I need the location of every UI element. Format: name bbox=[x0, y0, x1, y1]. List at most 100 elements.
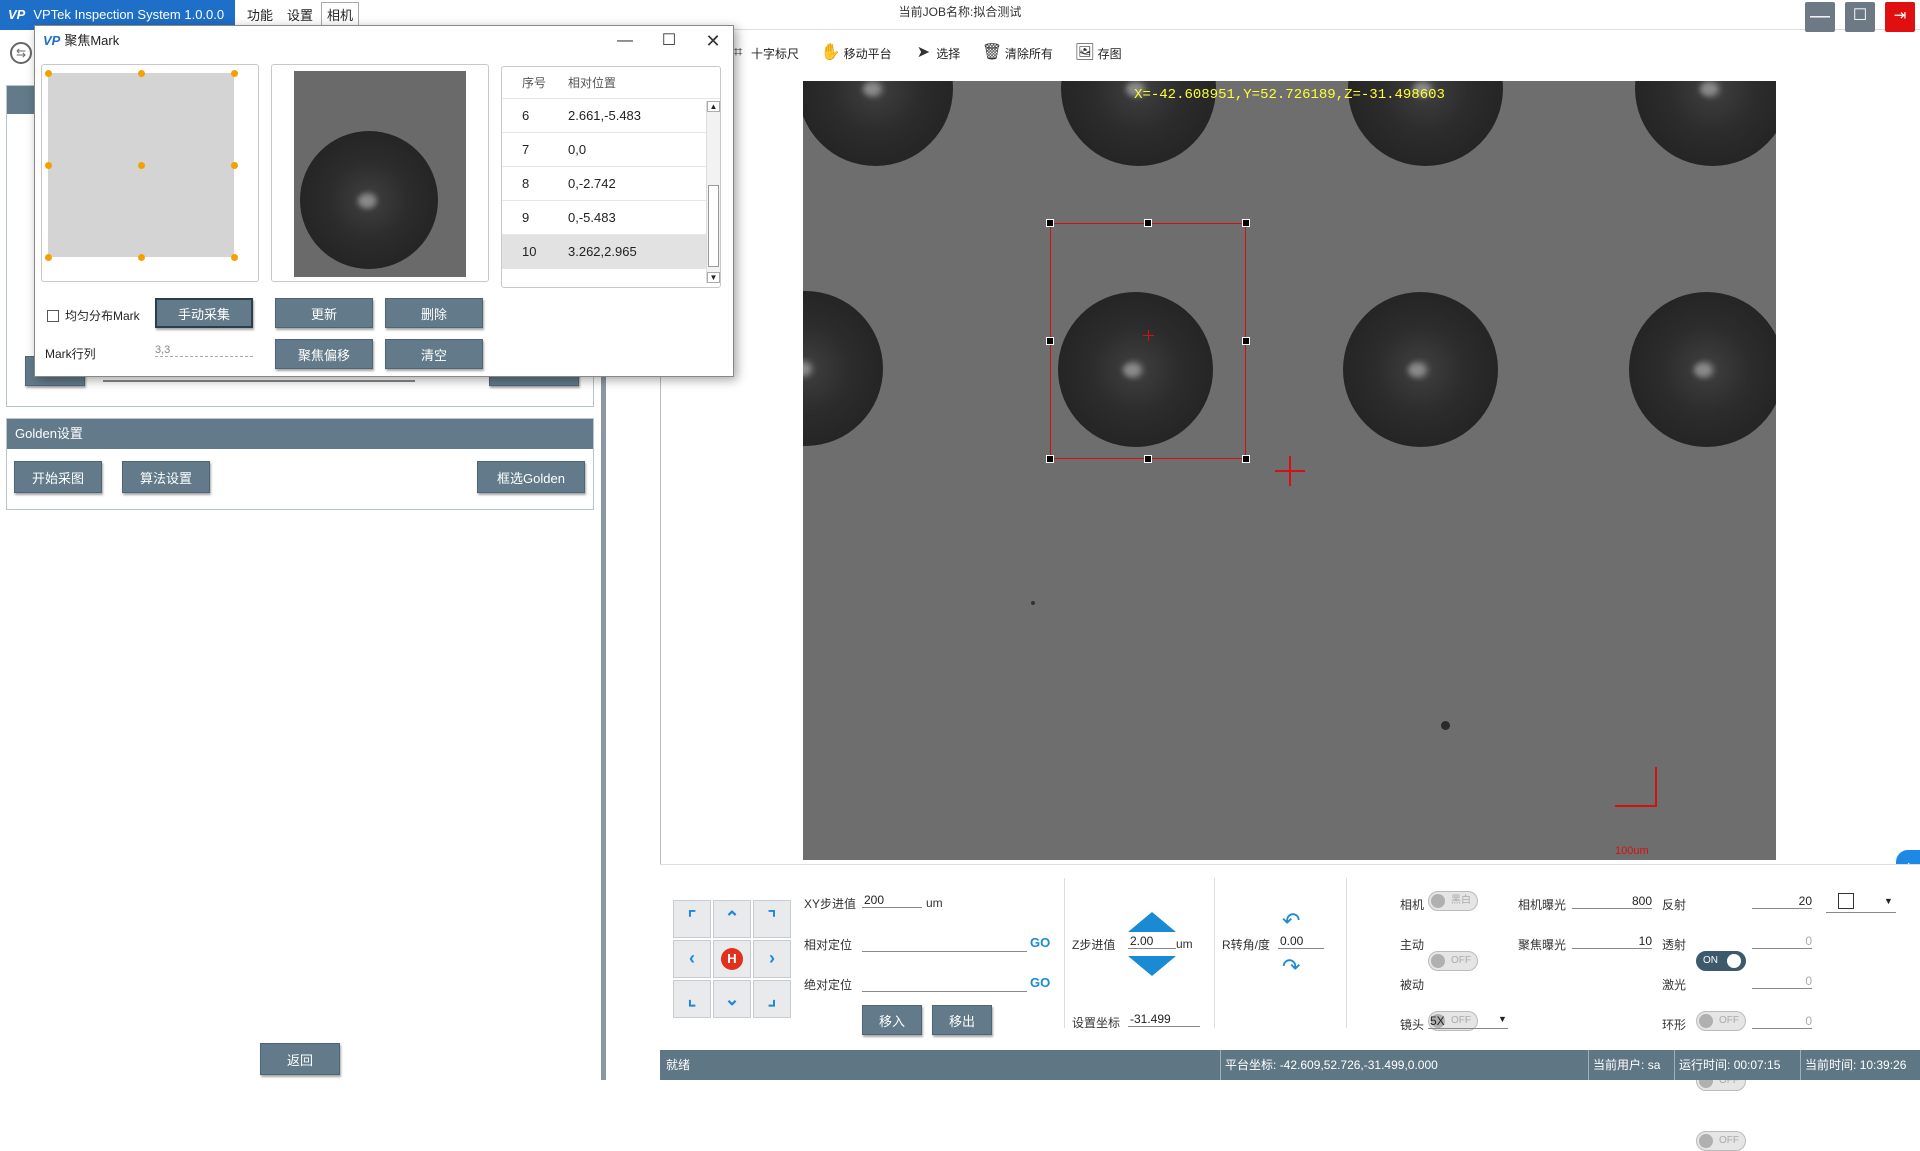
checkbox-box[interactable] bbox=[47, 309, 59, 322]
camera-view[interactable]: X=-42.608951,Y=52.726189,Z=-31.498603 10… bbox=[803, 81, 1776, 860]
hidden-slider[interactable] bbox=[103, 380, 415, 382]
particle bbox=[1031, 601, 1035, 605]
resize-handle[interactable] bbox=[1242, 337, 1250, 345]
chevron-down-icon[interactable]: ▼ bbox=[1884, 896, 1893, 906]
exit-button[interactable]: ⇥ bbox=[1885, 2, 1915, 32]
xy-arrow-pad: ⌜ ⌃ ⌝ ‹ H › ⌞ ⌄ ⌟ bbox=[673, 900, 793, 1018]
z-up-icon[interactable] bbox=[1128, 912, 1176, 932]
home-icon[interactable]: H bbox=[713, 939, 751, 979]
resize-handle[interactable] bbox=[1144, 455, 1152, 463]
maximize-button[interactable]: ☐ bbox=[1845, 2, 1875, 32]
mark-point[interactable] bbox=[231, 70, 238, 77]
z-step-input[interactable]: 2.00 bbox=[1128, 934, 1176, 949]
z-step-unit: um bbox=[1176, 937, 1193, 951]
table-row[interactable]: 6 2.661,-5.483 bbox=[502, 99, 720, 133]
table-row[interactable]: 8 0,-2.742 bbox=[502, 167, 720, 201]
resize-handle[interactable] bbox=[1242, 455, 1250, 463]
toolbar-select[interactable]: ➤ 选择 bbox=[913, 38, 961, 68]
resize-handle[interactable] bbox=[1144, 219, 1152, 227]
rotate-ccw-icon[interactable]: ↶ bbox=[1282, 908, 1300, 934]
mark-point[interactable] bbox=[45, 254, 52, 261]
mark-point[interactable] bbox=[45, 70, 52, 77]
manual-capture-button[interactable]: 手动采集 bbox=[155, 298, 253, 328]
absolute-position-input[interactable] bbox=[862, 976, 1027, 992]
selection-rectangle[interactable] bbox=[1046, 219, 1250, 463]
mark-point[interactable] bbox=[138, 254, 145, 261]
ring-value[interactable]: 0 bbox=[1752, 1014, 1812, 1029]
focus-exposure-label: 聚焦曝光 bbox=[1518, 938, 1567, 952]
algorithm-settings-button[interactable]: 算法设置 bbox=[122, 461, 210, 493]
arrow-right-icon[interactable]: › bbox=[753, 939, 791, 979]
move-in-button[interactable]: 移入 bbox=[862, 1005, 922, 1035]
go-relative-button[interactable]: GO bbox=[1030, 935, 1050, 950]
toolbar-crosshair-ruler[interactable]: ⌗ 十字标尺 bbox=[728, 38, 799, 68]
arrow-down-left-icon[interactable]: ⌞ bbox=[673, 980, 711, 1018]
relative-position-input[interactable] bbox=[862, 936, 1027, 952]
scale-bar-vertical bbox=[1655, 767, 1657, 807]
xy-step-input[interactable]: 200 bbox=[862, 893, 922, 908]
dialog-maximize-button[interactable]: ☐ bbox=[647, 26, 691, 56]
arrow-left-icon[interactable]: ‹ bbox=[673, 939, 711, 979]
toolbar-clear-all[interactable]: 🗑 清除所有 bbox=[982, 38, 1053, 68]
arrow-down-icon[interactable]: ⌄ bbox=[713, 980, 751, 1018]
table-row[interactable]: 9 0,-5.483 bbox=[502, 201, 720, 235]
delete-button[interactable]: 删除 bbox=[385, 298, 483, 328]
select-golden-button[interactable]: 框选Golden bbox=[477, 461, 585, 493]
mark-point[interactable] bbox=[231, 254, 238, 261]
table-row[interactable]: 7 0,0 bbox=[502, 133, 720, 167]
runtime-value: 00:07:15 bbox=[1733, 1058, 1781, 1072]
toolbar-save-image[interactable]: 🖼 存图 bbox=[1075, 38, 1122, 68]
focus-exposure-input[interactable]: 10 bbox=[1572, 934, 1652, 949]
arrow-up-icon[interactable]: ⌃ bbox=[713, 900, 751, 938]
arrow-up-left-icon[interactable]: ⌜ bbox=[673, 900, 711, 938]
minimize-button[interactable]: — bbox=[1805, 2, 1835, 32]
mark-point[interactable] bbox=[138, 70, 145, 77]
reflect-toggle[interactable]: ON bbox=[1696, 951, 1746, 971]
table-row-selected[interactable]: 10 3.262,2.965 bbox=[502, 235, 720, 269]
transmit-toggle[interactable]: OFF bbox=[1696, 1011, 1746, 1031]
rotate-cw-icon[interactable]: ↷ bbox=[1282, 954, 1300, 980]
camera-exposure-input[interactable]: 800 bbox=[1572, 894, 1652, 909]
resize-handle[interactable] bbox=[1046, 337, 1054, 345]
mark-point[interactable] bbox=[45, 162, 52, 169]
transmit-label: 透射 bbox=[1662, 938, 1687, 952]
scroll-down-icon[interactable]: ▼ bbox=[707, 272, 720, 283]
scroll-up-icon[interactable]: ▲ bbox=[707, 101, 720, 112]
uniform-distribution-checkbox[interactable]: 均匀分布Mark bbox=[47, 307, 140, 324]
mark-point[interactable] bbox=[138, 162, 145, 169]
table-scrollbar[interactable]: ▲ ▼ bbox=[706, 101, 720, 283]
job-value: 拟合测试 bbox=[973, 5, 1022, 19]
go-absolute-button[interactable]: GO bbox=[1030, 975, 1050, 990]
z-down-icon[interactable] bbox=[1128, 956, 1176, 976]
arrow-down-right-icon[interactable]: ⌟ bbox=[753, 980, 791, 1018]
back-button[interactable]: 返回 bbox=[260, 1043, 340, 1075]
move-out-button[interactable]: 移出 bbox=[932, 1005, 992, 1035]
mark-preview-image bbox=[294, 71, 466, 277]
camera-mode-toggle[interactable]: 黑白 bbox=[1428, 891, 1478, 911]
arrow-up-right-icon[interactable]: ⌝ bbox=[753, 900, 791, 938]
reflect-color-swatch[interactable] bbox=[1838, 893, 1854, 909]
toolbar-move-platform[interactable]: ✋ 移动平台 bbox=[821, 38, 892, 68]
lens-select[interactable]: 5X bbox=[1428, 1014, 1508, 1029]
set-coordinate-input[interactable]: -31.499 bbox=[1128, 1012, 1200, 1027]
active-toggle[interactable]: OFF bbox=[1428, 951, 1478, 971]
scroll-thumb[interactable] bbox=[708, 185, 719, 267]
laser-value[interactable]: 0 bbox=[1752, 974, 1812, 989]
clear-button[interactable]: 清空 bbox=[385, 339, 483, 369]
r-angle-input[interactable]: 0.00 bbox=[1278, 934, 1324, 949]
z-step-label: Z步进值 bbox=[1072, 938, 1116, 952]
ring-toggle[interactable]: OFF bbox=[1696, 1131, 1746, 1151]
update-button[interactable]: 更新 bbox=[275, 298, 373, 328]
resize-handle[interactable] bbox=[1046, 219, 1054, 227]
back-circle-icon[interactable]: ⇆ bbox=[10, 42, 32, 64]
mark-point[interactable] bbox=[231, 162, 238, 169]
transmit-value[interactable]: 0 bbox=[1752, 934, 1812, 949]
dialog-minimize-button[interactable]: — bbox=[603, 26, 647, 56]
dialog-close-button[interactable]: ✕ bbox=[691, 26, 735, 56]
focus-offset-button[interactable]: 聚焦偏移 bbox=[275, 339, 373, 369]
reflect-value[interactable]: 20 bbox=[1752, 894, 1812, 909]
resize-handle[interactable] bbox=[1046, 455, 1054, 463]
start-capture-button[interactable]: 开始采图 bbox=[14, 461, 102, 493]
mark-rowcol-input[interactable]: 3,3 bbox=[155, 344, 253, 357]
resize-handle[interactable] bbox=[1242, 219, 1250, 227]
